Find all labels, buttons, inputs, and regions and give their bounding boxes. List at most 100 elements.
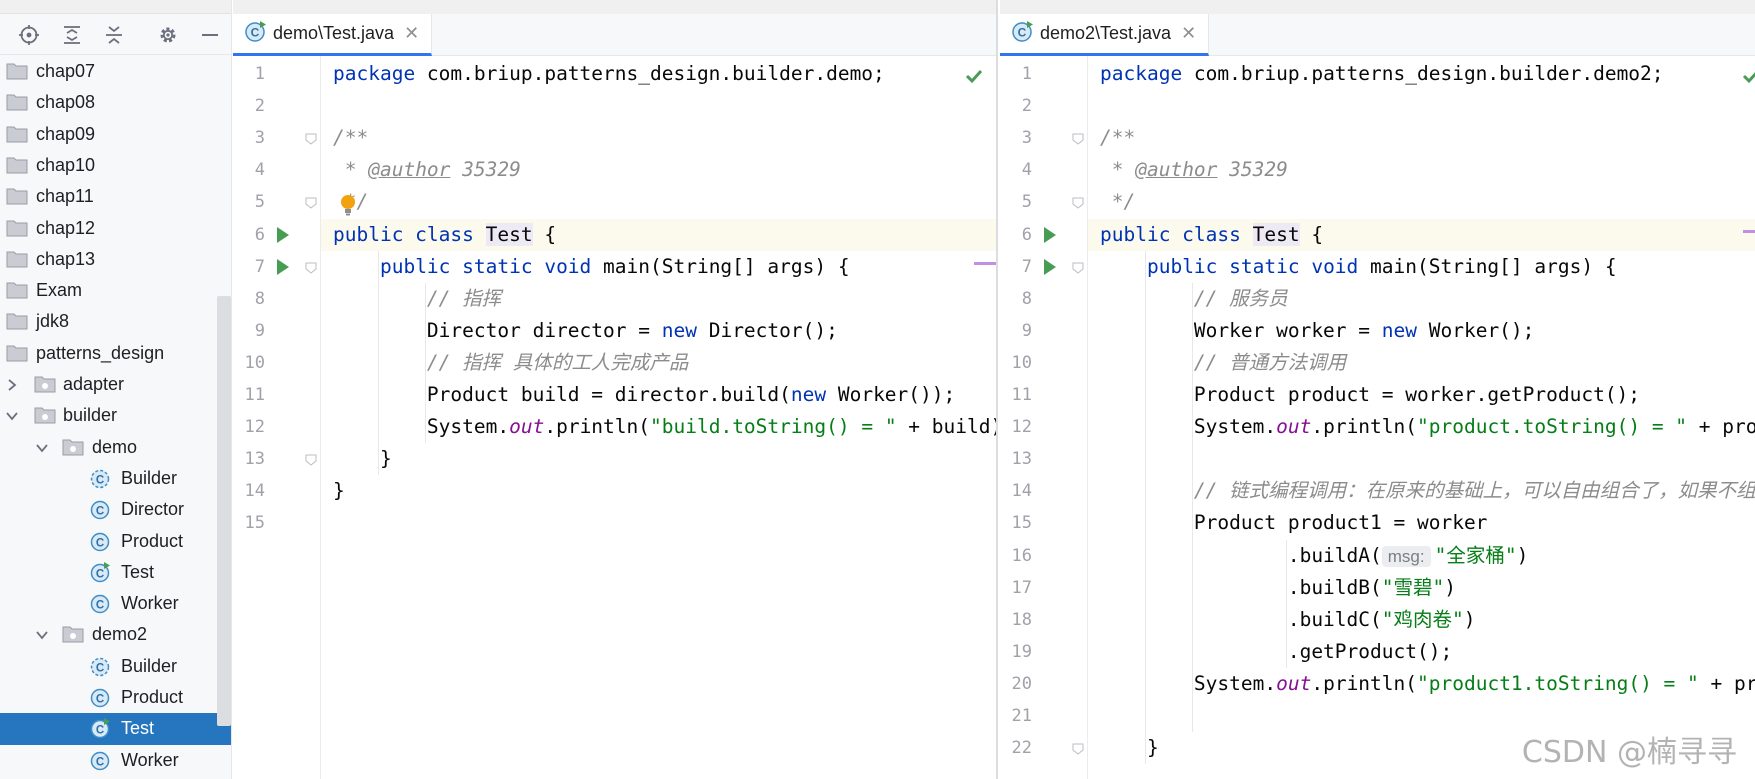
line-number: 16 <box>1011 545 1032 566</box>
fold-marker-icon[interactable] <box>1072 196 1084 210</box>
tree-item-builder[interactable]: C Builder <box>0 463 231 494</box>
line-number: 19 <box>1011 641 1032 662</box>
run-icon[interactable] <box>1044 258 1056 275</box>
chevron-right-icon[interactable] <box>4 377 20 393</box>
abstract-class-icon: C <box>90 467 112 489</box>
tree-item-test[interactable]: C Test <box>0 557 231 588</box>
fold-marker-icon[interactable] <box>1072 261 1084 274</box>
chevron-down-icon[interactable] <box>34 627 50 643</box>
code-token: System. <box>333 415 510 439</box>
line-number: 12 <box>244 417 265 438</box>
code-token: @author <box>368 158 451 182</box>
tree-item-demo2[interactable]: demo2 <box>0 619 231 650</box>
tree-item-product[interactable]: C Product <box>0 526 231 557</box>
tree-item-chap08[interactable]: chap08 <box>0 87 231 118</box>
tree-item-label: chap12 <box>36 217 96 238</box>
code-token: @author <box>1135 158 1218 182</box>
code-line: * @author 35329 <box>333 154 521 186</box>
hide-panel-icon[interactable] <box>198 23 222 47</box>
tree-item-label: Exam <box>36 280 83 301</box>
fold-marker-icon[interactable] <box>305 132 317 145</box>
tree-item-patterns_design[interactable]: patterns_design <box>0 338 231 369</box>
code-token: * <box>333 158 369 182</box>
sidebar-scrollbar[interactable] <box>217 296 231 726</box>
folder-icon <box>6 217 28 239</box>
chevron-down-icon[interactable] <box>4 408 20 424</box>
tree-item-chap13[interactable]: chap13 <box>0 244 231 275</box>
no-problems-check-icon[interactable] <box>964 66 984 86</box>
fold-marker-icon[interactable] <box>1072 742 1084 755</box>
tab-demo2-test-java[interactable]: C demo2\Test.java ✕ <box>1000 14 1210 56</box>
expand-all-icon[interactable] <box>60 23 84 47</box>
class-icon: C <box>90 686 112 708</box>
tree-item-builder[interactable]: builder <box>0 400 231 431</box>
code-token: main(String[] args) { <box>603 254 850 278</box>
code-token: * <box>1100 158 1136 182</box>
tree-item-jdk8[interactable]: jdk8 <box>0 306 231 337</box>
close-icon[interactable]: ✕ <box>1181 23 1196 44</box>
fold-marker-icon[interactable] <box>305 196 317 210</box>
tree-item-director[interactable]: C Director <box>0 494 231 525</box>
code-token: } <box>1100 736 1159 760</box>
run-icon[interactable] <box>1044 226 1056 243</box>
tree-item-worker[interactable]: C Worker <box>0 745 231 776</box>
code-token: // 指挥 具体的工人完成产品 <box>426 350 689 374</box>
tree-item-label: demo <box>92 436 138 457</box>
code-line: } <box>1100 732 1159 764</box>
tree-item-test[interactable]: C Test <box>0 713 231 745</box>
code-token: 35329 <box>450 158 521 182</box>
line-gutter: 1 2 3 4 5 6 7 8 9 10 11 12 13 14 15 16 17 18 19 20 21 22 <box>1000 56 1088 779</box>
line-number: 6 <box>1021 224 1032 245</box>
tree-item-label: chap13 <box>36 248 96 269</box>
chevron-down-icon[interactable] <box>34 440 50 456</box>
runnable-class-icon: C <box>90 561 112 583</box>
code-line: // 指挥 具体的工人完成产品 <box>333 347 688 379</box>
code-token: "product.toString() = " <box>1417 415 1688 439</box>
code-token: */ <box>1100 190 1136 214</box>
line-number: 2 <box>1021 96 1032 117</box>
tree-item-chap09[interactable]: chap09 <box>0 119 231 150</box>
code-token: out <box>509 415 545 439</box>
code-line: .buildB("雪碧") <box>1100 572 1456 604</box>
runnable-class-icon: C <box>90 717 112 739</box>
code-area[interactable]: package com.briup.patterns_design.builde… <box>321 56 996 779</box>
fold-marker-icon[interactable] <box>305 261 317 274</box>
tree-item-label: Product <box>121 687 184 707</box>
close-icon[interactable]: ✕ <box>404 23 419 44</box>
code-line: public static void main(String[] args) { <box>333 251 850 283</box>
tree-item-demo[interactable]: demo <box>0 432 231 463</box>
locate-icon[interactable] <box>17 23 41 47</box>
line-number: 21 <box>1011 706 1032 726</box>
tree-item-builder[interactable]: C Builder <box>0 651 231 682</box>
line-number: 3 <box>254 128 265 149</box>
code-token: Worker worker = <box>1100 318 1382 342</box>
code-token: .getProduct(); <box>1100 639 1453 663</box>
collapse-all-icon[interactable] <box>102 23 126 47</box>
tree-item-chap12[interactable]: chap12 <box>0 213 231 244</box>
run-icon[interactable] <box>277 258 289 275</box>
tree-item-chap07[interactable]: chap07 <box>0 56 231 87</box>
tree-item-product[interactable]: C Product <box>0 682 231 713</box>
line-number: 14 <box>244 481 265 502</box>
code-line: * @author 35329 <box>1100 154 1288 186</box>
settings-gear-icon[interactable] <box>156 23 180 47</box>
code-area[interactable]: package com.briup.patterns_design.builde… <box>1088 56 1755 779</box>
code-token: } <box>333 479 345 503</box>
tab-demo-test-java[interactable]: C demo\Test.java ✕ <box>233 14 433 56</box>
tree-item-exam[interactable]: Exam <box>0 275 231 306</box>
fold-marker-icon[interactable] <box>305 453 317 466</box>
tree-item-chap10[interactable]: chap10 <box>0 150 231 181</box>
parameter-hint: msg: <box>1381 545 1431 567</box>
run-icon[interactable] <box>277 226 289 243</box>
tree-item-chap11[interactable]: chap11 <box>0 181 231 212</box>
sidebar-top-strip <box>0 0 231 14</box>
code-line: Director director = new Director(); <box>333 315 838 347</box>
no-problems-check-icon[interactable] <box>1741 66 1755 86</box>
tree-item-adapter[interactable]: adapter <box>0 369 231 400</box>
fold-marker-icon[interactable] <box>1072 132 1084 145</box>
code-token: out <box>1276 415 1312 439</box>
line-number: 1 <box>254 64 265 84</box>
tree-item-worker[interactable]: C Worker <box>0 588 231 619</box>
bulb-icon[interactable] <box>339 193 357 222</box>
